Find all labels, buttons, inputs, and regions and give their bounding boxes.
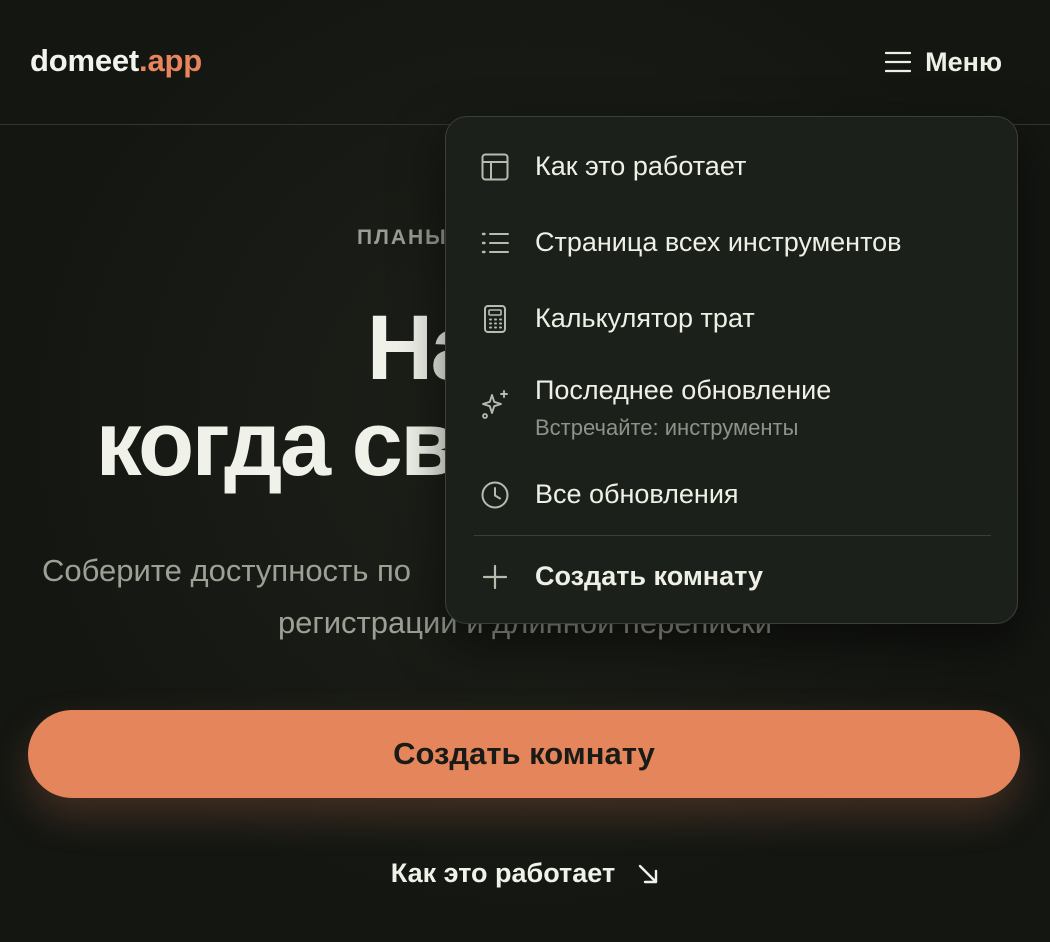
create-room-button-label: Создать комнату (393, 736, 655, 771)
plus-icon (479, 561, 511, 593)
nav-dropdown-menu: Как это работает Страница всех инструмен… (445, 116, 1018, 624)
arrow-down-right-icon (637, 863, 659, 885)
clock-icon (479, 479, 511, 511)
menu-button[interactable]: Меню (885, 42, 1002, 82)
how-it-works-link-label: Как это работает (390, 858, 616, 888)
logo-main: domeet (30, 43, 140, 78)
top-header: domeet.app Меню (0, 0, 1050, 125)
menu-item-label: Как это работает (535, 151, 747, 181)
menu-button-label: Меню (925, 46, 1002, 77)
menu-item-label: Все обновления (535, 479, 739, 509)
logo-accent: .app (139, 43, 202, 78)
logo[interactable]: domeet.app (30, 43, 202, 79)
menu-item-latest-update[interactable]: Последнее обновление Встречайте: инструм… (446, 363, 1017, 453)
how-it-works-link[interactable]: Как это работает (0, 858, 1050, 889)
menu-item-sublabel: Встречайте: инструменты (535, 415, 799, 440)
menu-item-label: Последнее обновление (535, 375, 832, 405)
menu-item-how-it-works[interactable]: Как это работает (446, 135, 1017, 199)
menu-item-label: Калькулятор трат (535, 303, 755, 333)
menu-item-label: Создать комнату (535, 561, 764, 591)
layout-icon (479, 151, 511, 183)
menu-item-all-tools[interactable]: Страница всех инструментов (446, 211, 1017, 275)
menu-item-create-room[interactable]: Создать комнату (446, 545, 1017, 609)
menu-item-expense-calculator[interactable]: Калькулятор трат (446, 287, 1017, 351)
menu-item-label: Страница всех инструментов (535, 227, 902, 257)
hero-eyebrow: ПЛАНЫ (357, 226, 448, 249)
calculator-icon (479, 303, 511, 335)
create-room-button[interactable]: Создать комнату (28, 710, 1020, 798)
menu-item-all-updates[interactable]: Все обновления (446, 463, 1017, 527)
menu-divider (474, 535, 991, 536)
hamburger-icon (885, 50, 912, 74)
sparkles-icon (479, 389, 511, 421)
list-icon (479, 227, 511, 259)
